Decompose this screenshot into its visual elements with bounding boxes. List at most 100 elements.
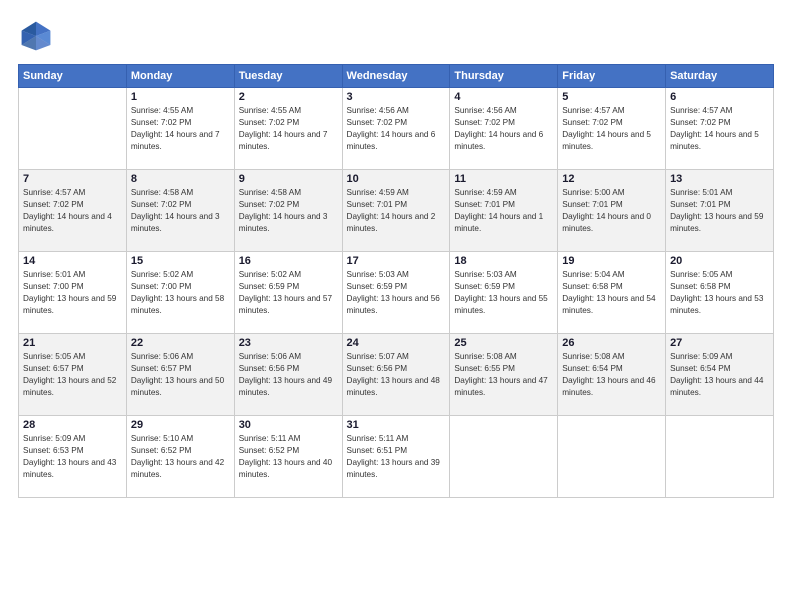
day-info: Sunrise: 5:05 AMSunset: 6:58 PMDaylight:…	[670, 269, 769, 317]
calendar-cell: 3 Sunrise: 4:56 AMSunset: 7:02 PMDayligh…	[342, 88, 450, 170]
day-number: 18	[454, 255, 553, 267]
calendar-cell: 26 Sunrise: 5:08 AMSunset: 6:54 PMDaylig…	[558, 334, 666, 416]
calendar-cell: 19 Sunrise: 5:04 AMSunset: 6:58 PMDaylig…	[558, 252, 666, 334]
day-info: Sunrise: 4:57 AMSunset: 7:02 PMDaylight:…	[23, 187, 122, 235]
calendar-cell	[450, 416, 558, 498]
weekday-monday: Monday	[126, 65, 234, 88]
day-info: Sunrise: 5:04 AMSunset: 6:58 PMDaylight:…	[562, 269, 661, 317]
weekday-wednesday: Wednesday	[342, 65, 450, 88]
calendar-cell: 18 Sunrise: 5:03 AMSunset: 6:59 PMDaylig…	[450, 252, 558, 334]
calendar-cell: 6 Sunrise: 4:57 AMSunset: 7:02 PMDayligh…	[666, 88, 774, 170]
day-number: 26	[562, 337, 661, 349]
day-info: Sunrise: 5:11 AMSunset: 6:51 PMDaylight:…	[347, 433, 446, 481]
calendar-cell: 31 Sunrise: 5:11 AMSunset: 6:51 PMDaylig…	[342, 416, 450, 498]
calendar-cell: 27 Sunrise: 5:09 AMSunset: 6:54 PMDaylig…	[666, 334, 774, 416]
calendar-cell: 8 Sunrise: 4:58 AMSunset: 7:02 PMDayligh…	[126, 170, 234, 252]
calendar-cell: 30 Sunrise: 5:11 AMSunset: 6:52 PMDaylig…	[234, 416, 342, 498]
calendar-cell: 14 Sunrise: 5:01 AMSunset: 7:00 PMDaylig…	[19, 252, 127, 334]
calendar-cell: 23 Sunrise: 5:06 AMSunset: 6:56 PMDaylig…	[234, 334, 342, 416]
day-info: Sunrise: 4:56 AMSunset: 7:02 PMDaylight:…	[347, 105, 446, 153]
day-info: Sunrise: 4:59 AMSunset: 7:01 PMDaylight:…	[454, 187, 553, 235]
day-number: 3	[347, 91, 446, 103]
logo-icon	[18, 18, 54, 54]
header	[18, 18, 774, 54]
day-info: Sunrise: 5:03 AMSunset: 6:59 PMDaylight:…	[347, 269, 446, 317]
day-info: Sunrise: 4:59 AMSunset: 7:01 PMDaylight:…	[347, 187, 446, 235]
calendar-cell: 1 Sunrise: 4:55 AMSunset: 7:02 PMDayligh…	[126, 88, 234, 170]
day-info: Sunrise: 5:08 AMSunset: 6:55 PMDaylight:…	[454, 351, 553, 399]
day-number: 5	[562, 91, 661, 103]
day-info: Sunrise: 5:02 AMSunset: 6:59 PMDaylight:…	[239, 269, 338, 317]
calendar-cell	[19, 88, 127, 170]
day-info: Sunrise: 4:57 AMSunset: 7:02 PMDaylight:…	[670, 105, 769, 153]
calendar-cell: 2 Sunrise: 4:55 AMSunset: 7:02 PMDayligh…	[234, 88, 342, 170]
day-info: Sunrise: 5:11 AMSunset: 6:52 PMDaylight:…	[239, 433, 338, 481]
calendar-cell: 22 Sunrise: 5:06 AMSunset: 6:57 PMDaylig…	[126, 334, 234, 416]
day-number: 8	[131, 173, 230, 185]
day-number: 9	[239, 173, 338, 185]
day-info: Sunrise: 4:58 AMSunset: 7:02 PMDaylight:…	[239, 187, 338, 235]
day-number: 10	[347, 173, 446, 185]
calendar-cell: 25 Sunrise: 5:08 AMSunset: 6:55 PMDaylig…	[450, 334, 558, 416]
calendar-cell: 28 Sunrise: 5:09 AMSunset: 6:53 PMDaylig…	[19, 416, 127, 498]
week-row-4: 28 Sunrise: 5:09 AMSunset: 6:53 PMDaylig…	[19, 416, 774, 498]
calendar-cell: 4 Sunrise: 4:56 AMSunset: 7:02 PMDayligh…	[450, 88, 558, 170]
day-number: 24	[347, 337, 446, 349]
day-info: Sunrise: 5:03 AMSunset: 6:59 PMDaylight:…	[454, 269, 553, 317]
page: SundayMondayTuesdayWednesdayThursdayFrid…	[0, 0, 792, 612]
calendar-cell: 17 Sunrise: 5:03 AMSunset: 6:59 PMDaylig…	[342, 252, 450, 334]
week-row-1: 7 Sunrise: 4:57 AMSunset: 7:02 PMDayligh…	[19, 170, 774, 252]
day-info: Sunrise: 4:58 AMSunset: 7:02 PMDaylight:…	[131, 187, 230, 235]
day-info: Sunrise: 5:08 AMSunset: 6:54 PMDaylight:…	[562, 351, 661, 399]
day-info: Sunrise: 5:01 AMSunset: 7:01 PMDaylight:…	[670, 187, 769, 235]
calendar-cell: 10 Sunrise: 4:59 AMSunset: 7:01 PMDaylig…	[342, 170, 450, 252]
calendar-cell: 15 Sunrise: 5:02 AMSunset: 7:00 PMDaylig…	[126, 252, 234, 334]
day-number: 1	[131, 91, 230, 103]
day-number: 27	[670, 337, 769, 349]
week-row-3: 21 Sunrise: 5:05 AMSunset: 6:57 PMDaylig…	[19, 334, 774, 416]
day-info: Sunrise: 5:06 AMSunset: 6:56 PMDaylight:…	[239, 351, 338, 399]
calendar-cell: 11 Sunrise: 4:59 AMSunset: 7:01 PMDaylig…	[450, 170, 558, 252]
day-info: Sunrise: 5:05 AMSunset: 6:57 PMDaylight:…	[23, 351, 122, 399]
calendar-cell: 16 Sunrise: 5:02 AMSunset: 6:59 PMDaylig…	[234, 252, 342, 334]
day-number: 19	[562, 255, 661, 267]
calendar-cell: 24 Sunrise: 5:07 AMSunset: 6:56 PMDaylig…	[342, 334, 450, 416]
day-number: 25	[454, 337, 553, 349]
day-info: Sunrise: 4:56 AMSunset: 7:02 PMDaylight:…	[454, 105, 553, 153]
calendar-cell: 13 Sunrise: 5:01 AMSunset: 7:01 PMDaylig…	[666, 170, 774, 252]
day-number: 31	[347, 419, 446, 431]
day-number: 29	[131, 419, 230, 431]
day-number: 15	[131, 255, 230, 267]
calendar-cell: 21 Sunrise: 5:05 AMSunset: 6:57 PMDaylig…	[19, 334, 127, 416]
day-info: Sunrise: 5:02 AMSunset: 7:00 PMDaylight:…	[131, 269, 230, 317]
calendar: SundayMondayTuesdayWednesdayThursdayFrid…	[18, 64, 774, 498]
weekday-sunday: Sunday	[19, 65, 127, 88]
week-row-2: 14 Sunrise: 5:01 AMSunset: 7:00 PMDaylig…	[19, 252, 774, 334]
day-info: Sunrise: 4:55 AMSunset: 7:02 PMDaylight:…	[239, 105, 338, 153]
day-number: 6	[670, 91, 769, 103]
day-number: 22	[131, 337, 230, 349]
logo	[18, 18, 60, 54]
calendar-cell: 7 Sunrise: 4:57 AMSunset: 7:02 PMDayligh…	[19, 170, 127, 252]
weekday-saturday: Saturday	[666, 65, 774, 88]
day-number: 12	[562, 173, 661, 185]
day-info: Sunrise: 5:09 AMSunset: 6:54 PMDaylight:…	[670, 351, 769, 399]
day-info: Sunrise: 5:00 AMSunset: 7:01 PMDaylight:…	[562, 187, 661, 235]
day-number: 30	[239, 419, 338, 431]
day-number: 21	[23, 337, 122, 349]
weekday-thursday: Thursday	[450, 65, 558, 88]
day-number: 14	[23, 255, 122, 267]
day-number: 28	[23, 419, 122, 431]
calendar-cell	[558, 416, 666, 498]
day-info: Sunrise: 5:10 AMSunset: 6:52 PMDaylight:…	[131, 433, 230, 481]
day-info: Sunrise: 4:57 AMSunset: 7:02 PMDaylight:…	[562, 105, 661, 153]
day-info: Sunrise: 5:09 AMSunset: 6:53 PMDaylight:…	[23, 433, 122, 481]
day-info: Sunrise: 5:01 AMSunset: 7:00 PMDaylight:…	[23, 269, 122, 317]
week-row-0: 1 Sunrise: 4:55 AMSunset: 7:02 PMDayligh…	[19, 88, 774, 170]
day-number: 16	[239, 255, 338, 267]
day-number: 7	[23, 173, 122, 185]
calendar-cell: 5 Sunrise: 4:57 AMSunset: 7:02 PMDayligh…	[558, 88, 666, 170]
calendar-cell	[666, 416, 774, 498]
day-number: 13	[670, 173, 769, 185]
day-info: Sunrise: 5:06 AMSunset: 6:57 PMDaylight:…	[131, 351, 230, 399]
